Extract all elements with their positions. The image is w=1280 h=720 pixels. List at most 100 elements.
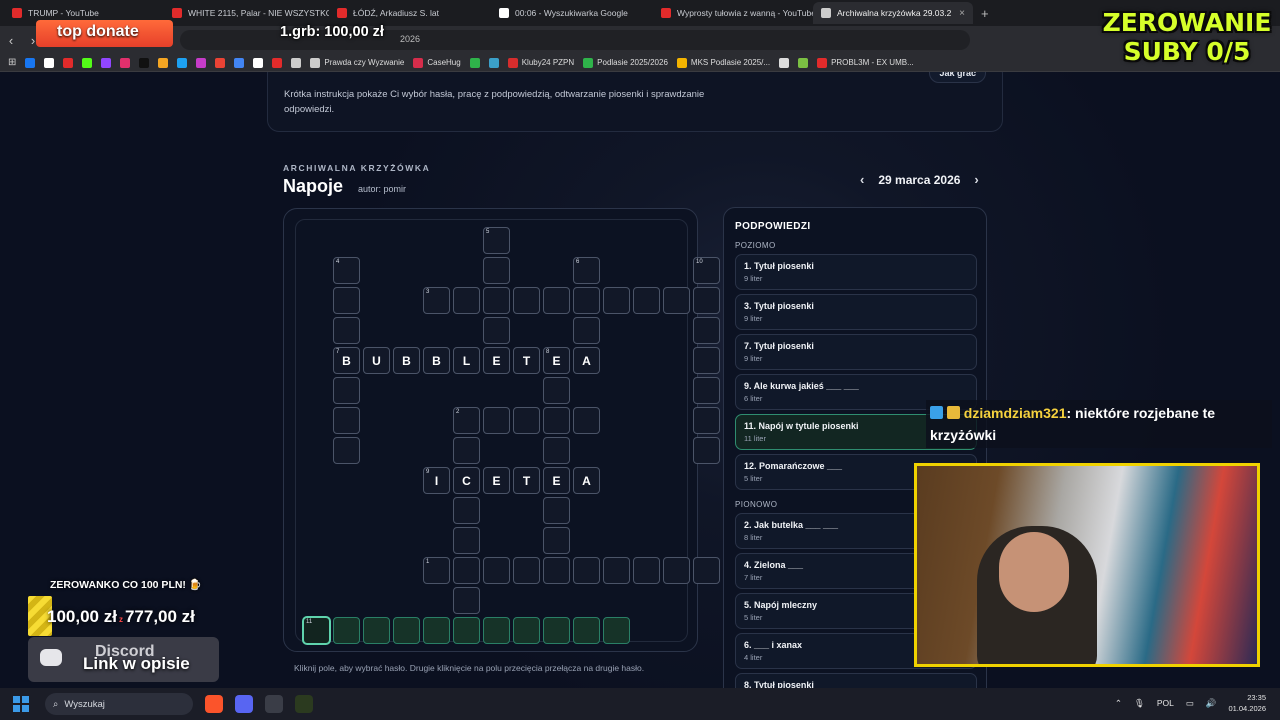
bookmark-item[interactable] [253, 57, 264, 68]
grid-cell[interactable] [363, 617, 390, 644]
browser-tab[interactable]: 00:06 - Wyszukiwarka Google [491, 2, 653, 24]
brave-browser-icon[interactable] [205, 695, 223, 713]
discord-app-icon[interactable] [235, 695, 253, 713]
chevron-right-icon[interactable]: › [974, 172, 978, 187]
grid-cell[interactable] [543, 437, 570, 464]
grid-cell[interactable] [543, 617, 570, 644]
grid-cell[interactable] [483, 407, 510, 434]
browser-tab[interactable]: Wyprosty tułowia z wanną - YouTube [653, 2, 813, 24]
grid-cell[interactable] [633, 557, 660, 584]
how-to-play-button[interactable]: Jak grać [929, 72, 986, 83]
grid-cell[interactable] [633, 287, 660, 314]
grid-cell[interactable]: 2 [453, 407, 480, 434]
grid-cell[interactable] [663, 557, 690, 584]
bookmark-item[interactable] [798, 57, 809, 68]
new-tab-icon[interactable]: + [981, 6, 989, 21]
grid-cell[interactable] [333, 407, 360, 434]
grid-cell[interactable]: L [453, 347, 480, 374]
grid-cell[interactable] [453, 557, 480, 584]
apps-grid-icon[interactable]: ⊞ [8, 57, 16, 68]
grid-cell[interactable] [603, 557, 630, 584]
bookmark-item[interactable]: MKS Podlasie 2025/... [676, 57, 770, 68]
grid-cell[interactable] [693, 437, 720, 464]
grid-cell[interactable] [693, 347, 720, 374]
bookmark-item[interactable] [25, 57, 36, 68]
grid-cell[interactable] [333, 437, 360, 464]
grid-cell[interactable]: A [573, 347, 600, 374]
grid-cell[interactable]: 6 [573, 257, 600, 284]
grid-cell[interactable] [693, 287, 720, 314]
grid-cell[interactable] [513, 407, 540, 434]
bookmark-item[interactable] [234, 57, 245, 68]
bookmark-item[interactable] [779, 57, 790, 68]
grid-cell[interactable] [693, 377, 720, 404]
bookmark-item[interactable] [139, 57, 150, 68]
grid-cell[interactable] [693, 557, 720, 584]
browser-tab[interactable]: ŁÓDŹ, Arkadiusz S. lat [329, 2, 491, 24]
chevron-up-icon[interactable]: ⌃ [1115, 698, 1122, 709]
grid-cell[interactable] [333, 617, 360, 644]
grid-cell[interactable] [543, 497, 570, 524]
grid-cell[interactable] [513, 617, 540, 644]
grid-cell[interactable] [693, 407, 720, 434]
grid-cell[interactable]: T [513, 467, 540, 494]
back-icon[interactable]: ‹ [0, 33, 22, 48]
grid-cell[interactable] [393, 617, 420, 644]
grid-cell[interactable] [453, 587, 480, 614]
chevron-left-icon[interactable]: ‹ [860, 172, 864, 187]
clock[interactable]: 23:35 01.04.2026 [1228, 692, 1266, 714]
bookmark-item[interactable]: CaseHug [413, 57, 461, 68]
close-tab-icon[interactable]: × [959, 8, 965, 19]
grid-cell[interactable] [453, 437, 480, 464]
grid-cell[interactable]: 9I [423, 467, 450, 494]
grid-cell[interactable]: 11 [303, 617, 330, 644]
windows-start-icon[interactable] [13, 696, 29, 712]
grid-cell[interactable] [483, 557, 510, 584]
app-arrow-icon[interactable] [295, 695, 313, 713]
grid-cell[interactable] [453, 497, 480, 524]
grid-cell[interactable] [573, 617, 600, 644]
grid-cell[interactable] [453, 287, 480, 314]
grid-cell[interactable] [483, 287, 510, 314]
network-icon[interactable]: ▭ [1186, 698, 1194, 709]
taskbar-search[interactable]: ⌕ Wyszukaj [45, 693, 193, 715]
bookmark-item[interactable]: Podlasie 2025/2026 [583, 57, 668, 68]
bookmark-item[interactable] [44, 57, 55, 68]
bookmark-item[interactable] [101, 57, 112, 68]
grid-cell[interactable]: A [573, 467, 600, 494]
grid-cell[interactable]: 7B [333, 347, 360, 374]
grid-cell[interactable] [333, 287, 360, 314]
grid-cell[interactable]: E [543, 467, 570, 494]
browser-tab[interactable]: Archiwalna krzyżówka 29.03.2 × [813, 2, 973, 24]
grid-cell[interactable] [333, 317, 360, 344]
grid-cell[interactable]: U [363, 347, 390, 374]
browser-tab[interactable]: WHITE 2115, Palar - NIE WSZYSTKO Z [164, 2, 329, 24]
grid-cell[interactable]: E [483, 347, 510, 374]
obs-icon[interactable] [265, 695, 283, 713]
grid-cell[interactable] [513, 557, 540, 584]
grid-cell[interactable]: 4 [333, 257, 360, 284]
grid-cell[interactable] [573, 317, 600, 344]
grid-cell[interactable] [453, 617, 480, 644]
grid-cell[interactable] [693, 317, 720, 344]
grid-cell[interactable] [483, 617, 510, 644]
language-indicator[interactable]: POL [1157, 698, 1174, 708]
bookmark-item[interactable]: Prawda czy Wyzwanie [310, 57, 404, 68]
grid-cell[interactable] [483, 257, 510, 284]
clue-item[interactable]: 1. Tytuł piosenki 9 liter [735, 254, 977, 290]
bookmark-item[interactable] [63, 57, 74, 68]
grid-cell[interactable] [423, 617, 450, 644]
grid-cell[interactable]: 1 [423, 557, 450, 584]
grid-cell[interactable]: 3 [423, 287, 450, 314]
grid-cell[interactable] [483, 317, 510, 344]
volume-icon[interactable]: 🔊 [1206, 698, 1217, 709]
bookmark-item[interactable] [215, 57, 226, 68]
bookmark-item[interactable]: Kluby24 PZPN [507, 57, 574, 68]
microphone-icon[interactable]: 🎙 [1134, 698, 1145, 709]
bookmark-item[interactable] [488, 57, 499, 68]
grid-cell[interactable]: T [513, 347, 540, 374]
bookmark-item[interactable] [177, 57, 188, 68]
bookmark-item[interactable]: PROBL3M - EX UMB... [817, 57, 914, 68]
bookmark-item[interactable] [82, 57, 93, 68]
grid-cell[interactable]: 8E [543, 347, 570, 374]
